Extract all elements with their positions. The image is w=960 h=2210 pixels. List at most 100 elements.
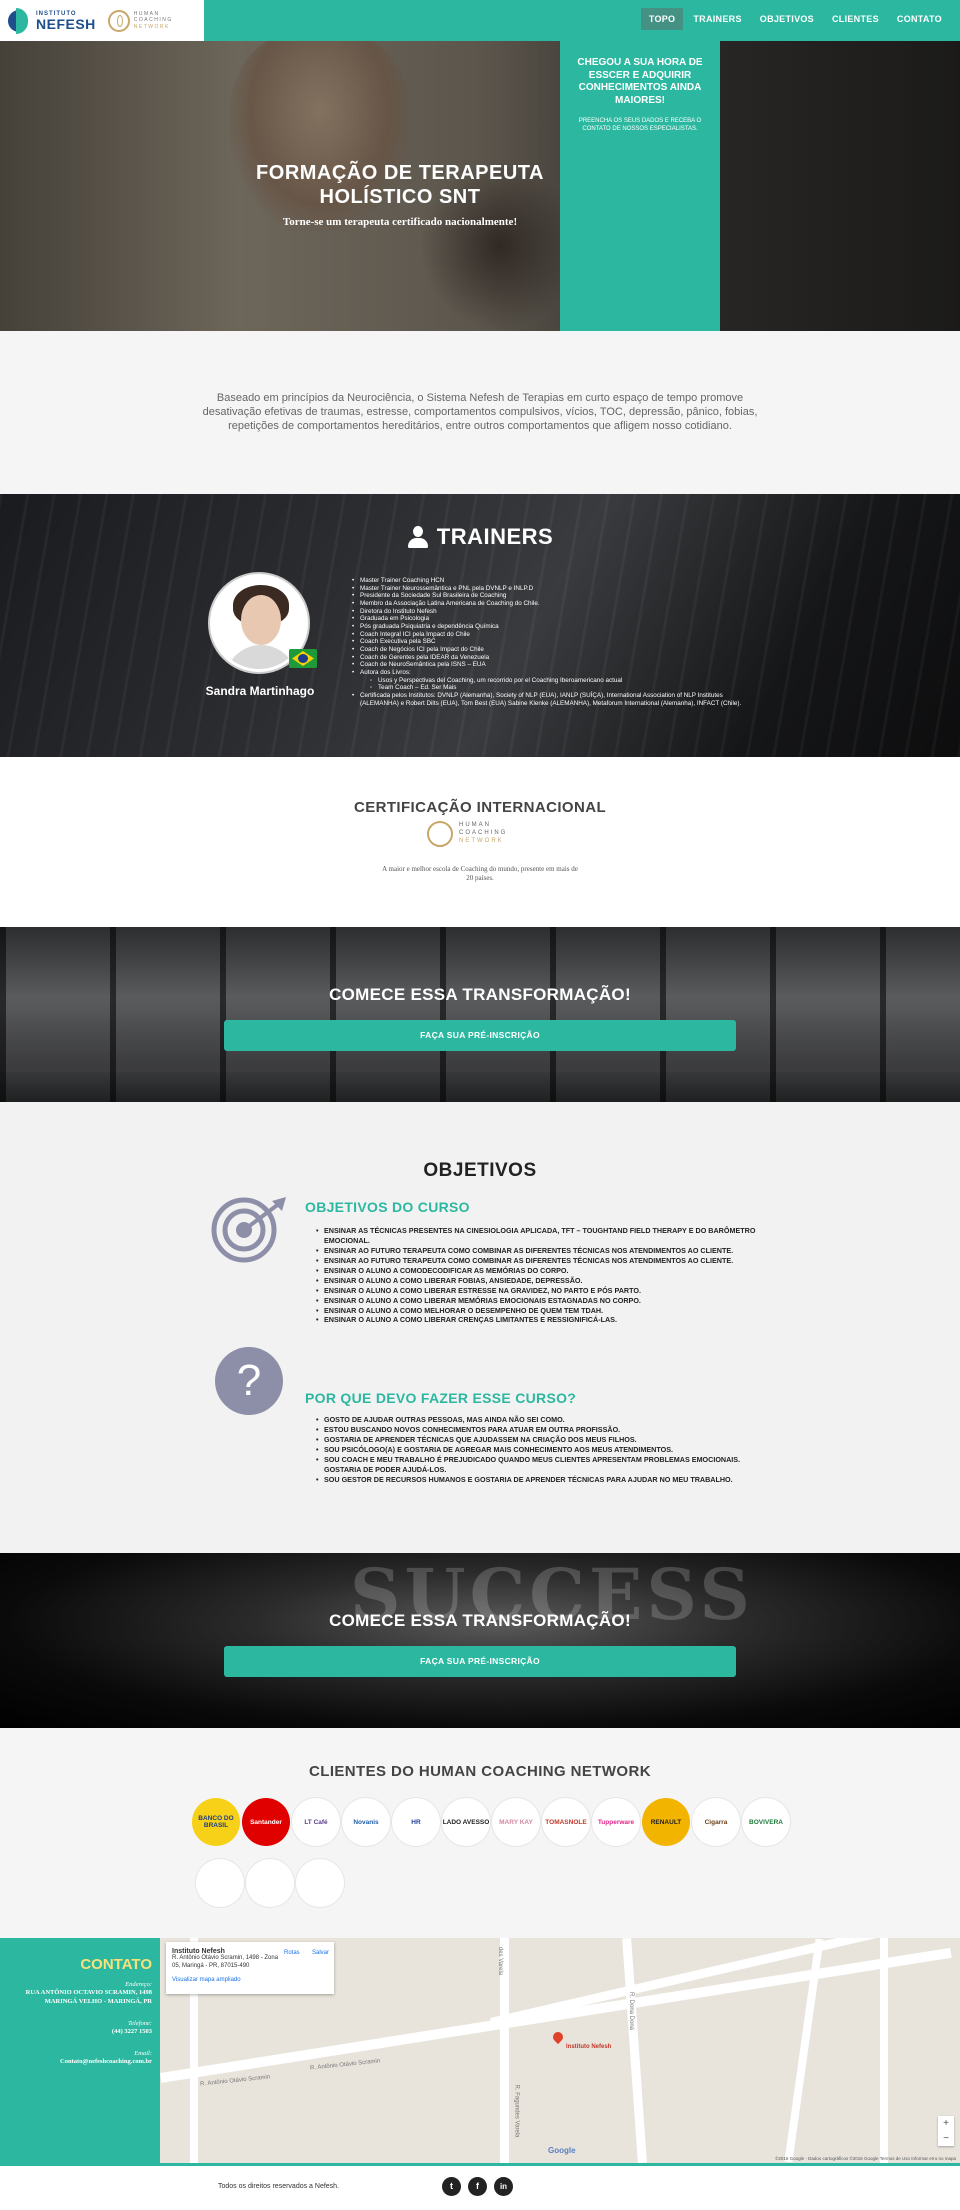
hero-subtitle: Torne-se um terapeuta certificado nacion…	[282, 216, 518, 228]
zoom-controls[interactable]: + −	[938, 2116, 954, 2146]
list-item: ENSINAR O ALUNO A COMO MELHORAR O DESEMP…	[316, 1306, 766, 1316]
hcn-line: NETWORK	[459, 837, 504, 844]
list-item: Coach Integral ICI pela Impact do Chile	[352, 631, 742, 639]
map-pin-label: Instituto Nefesh	[566, 2044, 612, 2050]
list-item: ENSINAR O ALUNO A COMO LIBERAR ESTRESSE …	[316, 1286, 766, 1296]
list-item: SOU PSICÓLOGO(A) E GOSTARIA DE AGREGAR M…	[316, 1445, 766, 1455]
email-link[interactable]: Contato@nefeshcoaching.com.br	[4, 2057, 152, 2066]
hcn-line: HUMAN	[459, 822, 491, 829]
nav-clientes[interactable]: CLIENTES	[824, 8, 887, 30]
list-item: Graduada em Psicologia	[352, 615, 742, 623]
phone-label: Telefone:	[128, 2020, 152, 2028]
contact-title: CONTATO	[80, 1956, 152, 1973]
client-logo: LADO AVESSO	[442, 1798, 490, 1846]
user-icon	[407, 526, 429, 548]
list-item: Coach de Gerentes pela IDEAR da Venezuel…	[352, 654, 742, 662]
client-logo	[296, 1859, 344, 1907]
nav-topo[interactable]: TOPO	[640, 8, 684, 30]
list-item: Coach de NeuroSemântica pela ISNS – EUA	[352, 661, 742, 669]
client-logo: BANCO DO BRASIL	[192, 1798, 240, 1846]
linkedin-icon[interactable]: in	[494, 2177, 513, 2196]
save-button[interactable]: Salvar	[312, 1950, 329, 1956]
list-item: SOU COACH E MEU TRABALHO É PREJUDICADO Q…	[316, 1455, 766, 1475]
list-item: Autora dos Livros:	[352, 669, 742, 677]
street-label: des Varela	[497, 1946, 504, 1976]
clients-section: CLIENTES DO HUMAN COACHING NETWORK BANCO…	[0, 1728, 960, 1938]
list-item: Pós graduada Psiquiatria e dependência Q…	[352, 623, 742, 631]
google-logo: Google	[548, 2146, 576, 2155]
street-label: R. Antônio Otávio Scramin	[199, 2074, 271, 2088]
cta-heading: COMECE ESSA TRANSFORMAÇÃO!	[329, 985, 631, 1004]
client-logo: RENAULT	[642, 1798, 690, 1846]
address-label: Endereço:	[125, 1981, 152, 1988]
main-nav: TOPO TRAINERS OBJETIVOS CLIENTES CONTATO	[640, 8, 950, 30]
street-label: R. Antônio Otávio Scramin	[309, 2058, 381, 2072]
hcn-logo: HUMAN COACHING NETWORK	[427, 821, 507, 847]
client-logo: Novanis	[342, 1798, 390, 1846]
list-item: ESTOU BUSCANDO NOVOS CONHECIMENTOS PARA …	[316, 1425, 766, 1435]
nav-trainers[interactable]: TRAINERS	[685, 8, 749, 30]
client-logo: HR	[392, 1798, 440, 1846]
map-address: R. Antônio Otávio Scramin, 1498 - Zona 0…	[172, 1955, 279, 1969]
intro-text: Baseado em princípios da Neurociência, o…	[202, 392, 758, 433]
map-pin-icon[interactable]	[550, 2029, 566, 2045]
phone: (44) 3227 1503	[111, 2028, 152, 2036]
trainer-name: Sandra Martinhago	[205, 684, 315, 698]
contact-panel: CONTATO Endereço: RUA ANTÔNIO OCTAVIO SC…	[0, 1938, 160, 2163]
cta-heading: COMECE ESSA TRANSFORMAÇÃO!	[329, 1611, 631, 1630]
email-label: Email:	[134, 2050, 152, 2058]
street-label: R. Dona Doná	[628, 1991, 635, 2031]
map-copyright: ©2016 Google · Dados cartográficos ©2016…	[775, 2156, 956, 2161]
list-item: Coach Executiva pela SBC	[352, 638, 742, 646]
logo[interactable]: INSTITUTO NEFESH HUMAN COACHING NETWORK	[0, 0, 204, 41]
list-item: Master Trainer Neurossemântica e PNL pel…	[352, 585, 742, 593]
course-objectives-heading: OBJETIVOS DO CURSO	[305, 1199, 470, 1215]
list-item: ENSINAR O ALUNO A COMODECODIFICAR AS MEM…	[316, 1266, 766, 1276]
pre-registration-button[interactable]: FAÇA SUA PRÉ-INSCRIÇÃO	[224, 1646, 736, 1677]
hero-section: FORMAÇÃO DE TERAPEUTA HOLÍSTICO SNT Torn…	[0, 41, 960, 331]
nav-contato[interactable]: CONTATO	[889, 8, 950, 30]
list-item: ENSINAR AS TÉCNICAS PRESENTES NA CINESIO…	[316, 1226, 766, 1246]
list-item: Master Trainer Coaching HCN	[352, 577, 742, 585]
trainers-section: TRAINERS Sandra Martinhago Master Traine…	[0, 494, 960, 757]
list-item: Certificada pelos Institutos: DVNLP (Ale…	[352, 692, 742, 707]
client-logo: Cigarra	[692, 1798, 740, 1846]
trainer-credentials: Master Trainer Coaching HCN Master Train…	[352, 577, 742, 707]
certification-section: CERTIFICAÇÃO INTERNACIONAL HUMAN COACHIN…	[0, 757, 960, 927]
list-item: ENSINAR O ALUNO A COMO LIBERAR MEMÓRIAS …	[316, 1296, 766, 1306]
client-logo	[246, 1859, 294, 1907]
location-map[interactable]: Instituto Nefesh R. Antônio Otávio Scram…	[160, 1938, 960, 2163]
nav-objetivos[interactable]: OBJETIVOS	[752, 8, 822, 30]
objectives-title: OBJETIVOS	[423, 1160, 537, 1181]
map-place-name: Instituto Nefesh	[172, 1948, 225, 1955]
list-item: GOSTARIA DE APRENDER TÉCNICAS QUE AJUDAS…	[316, 1435, 766, 1445]
hcn-line: COACHING	[459, 830, 508, 837]
clients-title: CLIENTES DO HUMAN COACHING NETWORK	[309, 1763, 651, 1780]
list-item: ENSINAR O ALUNO A COMO LIBERAR FOBIAS, A…	[316, 1276, 766, 1286]
cta-section: COMECE ESSA TRANSFORMAÇÃO! FAÇA SUA PRÉ-…	[0, 927, 960, 1102]
map-info-card: Instituto Nefesh R. Antônio Otávio Scram…	[166, 1942, 334, 1994]
list-item: Diretora do Instituto Nefesh	[352, 608, 742, 616]
target-icon	[211, 1197, 286, 1263]
pre-registration-button[interactable]: FAÇA SUA PRÉ-INSCRIÇÃO	[224, 1020, 736, 1051]
footer: Todos os direitos reservados a Nefesh. t…	[0, 2163, 960, 2210]
hero-title: FORMAÇÃO DE TERAPEUTA HOLÍSTICO SNT	[256, 162, 544, 209]
view-larger-map-link[interactable]: Visualizar mapa ampliado	[172, 1977, 328, 1983]
client-logo: MARY KAY	[492, 1798, 540, 1846]
list-item: ENSINAR AO FUTURO TERAPEUTA COMO COMBINA…	[316, 1256, 766, 1266]
course-objectives-list: ENSINAR AS TÉCNICAS PRESENTES NA CINESIO…	[316, 1226, 766, 1325]
copyright-text: Todos os direitos reservados a Nefesh.	[218, 2183, 340, 2190]
list-item: Membro da Associação Latina Americana de…	[352, 600, 742, 608]
list-item: SOU GESTOR DE RECURSOS HUMANOS E GOSTARI…	[316, 1475, 766, 1485]
twitter-icon[interactable]: t	[442, 2177, 461, 2196]
signup-heading: CHEGOU A SUA HORA DE ESSCER E ADQUIRIR C…	[577, 57, 703, 106]
hcn-line: NETWORK	[133, 23, 170, 30]
client-logo	[196, 1859, 244, 1907]
street-label: R. Fagundes Varela	[513, 2084, 520, 2138]
facebook-icon[interactable]: f	[468, 2177, 487, 2196]
directions-button[interactable]: Rotas	[284, 1950, 300, 1956]
client-logo: LT Café	[292, 1798, 340, 1846]
intro-section: Baseado em princípios da Neurociência, o…	[0, 331, 960, 494]
list-item: GOSTO DE AJUDAR OUTRAS PESSOAS, MAS AIND…	[316, 1415, 766, 1425]
list-item: Team Coach – Ed. Ser Mais	[352, 684, 742, 692]
